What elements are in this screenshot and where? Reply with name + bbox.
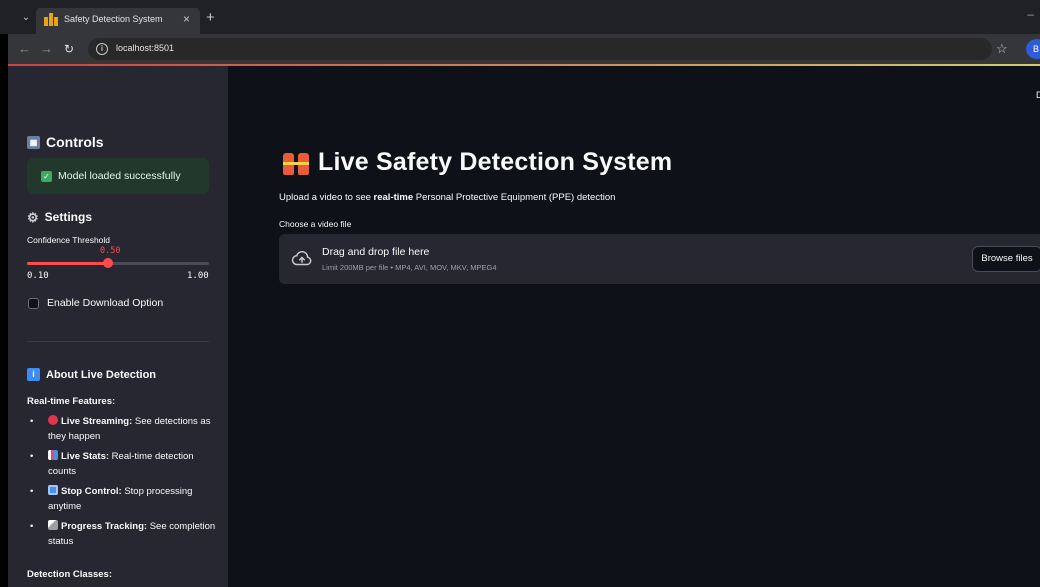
feature-title: Progress Tracking: bbox=[61, 521, 148, 532]
dropzone-title: Drag and drop file here bbox=[322, 246, 430, 258]
subtitle-prefix: Upload a video to see bbox=[279, 192, 374, 203]
uploader-label: Choose a video file bbox=[279, 219, 352, 229]
browser-toolbar: ← → ↻ i localhost:8501 ☆ B bbox=[8, 34, 1040, 64]
url-text[interactable]: localhost:8501 bbox=[116, 43, 174, 53]
about-heading-text: About Live Detection bbox=[46, 368, 157, 381]
cloud-upload-icon bbox=[291, 250, 312, 266]
dropzone-hint: Limit 200MB per file • MP4, AVI, MOV, MK… bbox=[322, 263, 497, 272]
controls-heading: ▦ Controls bbox=[27, 134, 104, 150]
about-heading: i About Live Detection bbox=[27, 368, 156, 381]
slider-fill bbox=[27, 262, 108, 265]
settings-heading: ⚙ Settings bbox=[27, 210, 92, 224]
tab-title: Safety Detection System bbox=[64, 14, 163, 24]
slider-thumb[interactable] bbox=[102, 258, 113, 268]
tab-search-chevron-icon[interactable]: ⌄ bbox=[16, 10, 36, 26]
record-circle-icon bbox=[48, 415, 58, 425]
success-message: Model loaded successfully bbox=[58, 170, 181, 182]
browser-window: ⌄ Safety Detection System × + – ← → ↻ i … bbox=[8, 8, 1040, 587]
tab-close-icon[interactable]: × bbox=[183, 12, 190, 26]
list-item: Live Stats: Real-time detection counts bbox=[30, 449, 220, 479]
stop-button-icon bbox=[48, 485, 58, 495]
subtitle-suffix: Personal Protective Equipment (PPE) dete… bbox=[413, 192, 616, 203]
detection-classes-heading: Detection Classes: bbox=[27, 569, 113, 580]
list-item: Stop Control: Stop processing anytime bbox=[30, 484, 220, 514]
threshold-value: 0.50 bbox=[100, 246, 121, 256]
progress-chart-icon bbox=[48, 520, 58, 530]
file-dropzone[interactable]: Drag and drop file here Limit 200MB per … bbox=[279, 234, 1040, 284]
main-content: De Live Safety Detection System Upload a… bbox=[228, 66, 1040, 587]
info-icon: i bbox=[27, 368, 40, 381]
sidebar: ▦ Controls ✓ Model loaded successfully ⚙… bbox=[8, 66, 228, 587]
sidebar-divider bbox=[27, 341, 209, 342]
safety-vest-icon bbox=[283, 151, 309, 175]
feature-title: Stop Control: bbox=[61, 486, 122, 497]
list-item: Live Streaming: See detections as they h… bbox=[30, 414, 220, 444]
back-arrow-icon[interactable]: ← bbox=[18, 41, 31, 57]
list-item: Progress Tracking: See completion status bbox=[30, 519, 220, 549]
control-knobs-icon: ▦ bbox=[27, 135, 40, 149]
deploy-button[interactable]: De bbox=[1036, 90, 1040, 100]
reload-icon[interactable]: ↻ bbox=[64, 41, 74, 57]
slider-max-label: 1.00 bbox=[187, 271, 209, 281]
browse-files-button[interactable]: Browse files bbox=[972, 246, 1040, 272]
controls-heading-text: Controls bbox=[46, 134, 104, 150]
download-checkbox[interactable] bbox=[28, 297, 39, 309]
check-mark-icon: ✓ bbox=[41, 170, 52, 182]
subtitle-emphasis: real-time bbox=[373, 192, 414, 203]
feature-title: Live Streaming: bbox=[61, 416, 133, 427]
features-heading: Real-time Features: bbox=[27, 396, 116, 407]
feature-title: Live Stats: bbox=[61, 451, 110, 462]
success-alert: ✓ Model loaded successfully bbox=[27, 158, 209, 194]
bookmark-star-icon[interactable]: ☆ bbox=[996, 41, 1008, 57]
bar-chart-icon bbox=[48, 450, 58, 460]
gear-icon: ⚙ bbox=[27, 209, 39, 225]
threshold-label: Confidence Threshold bbox=[27, 235, 111, 245]
confidence-slider[interactable] bbox=[27, 258, 209, 268]
feature-list: Live Streaming: See detections as they h… bbox=[30, 414, 220, 554]
page-title: Live Safety Detection System bbox=[318, 148, 673, 176]
settings-heading-text: Settings bbox=[44, 210, 92, 224]
browser-tab-active[interactable]: Safety Detection System × bbox=[36, 8, 200, 34]
site-info-icon[interactable]: i bbox=[96, 43, 108, 55]
vest-favicon-icon bbox=[44, 13, 58, 26]
profile-avatar[interactable]: B bbox=[1026, 39, 1040, 59]
address-bar[interactable]: i localhost:8501 bbox=[88, 38, 992, 60]
browser-tab-bar: ⌄ Safety Detection System × + – bbox=[8, 8, 1040, 34]
page-subtitle: Upload a video to see real-time Personal… bbox=[279, 192, 615, 203]
download-checkbox-label[interactable]: Enable Download Option bbox=[47, 297, 163, 309]
page-title-row: Live Safety Detection System bbox=[283, 148, 672, 177]
new-tab-icon[interactable]: + bbox=[206, 10, 215, 26]
download-option-checkbox-row[interactable]: Enable Download Option bbox=[28, 297, 163, 309]
forward-arrow-icon[interactable]: → bbox=[40, 41, 53, 57]
minimize-icon[interactable]: – bbox=[1027, 8, 1034, 21]
slider-min-label: 0.10 bbox=[27, 271, 49, 281]
